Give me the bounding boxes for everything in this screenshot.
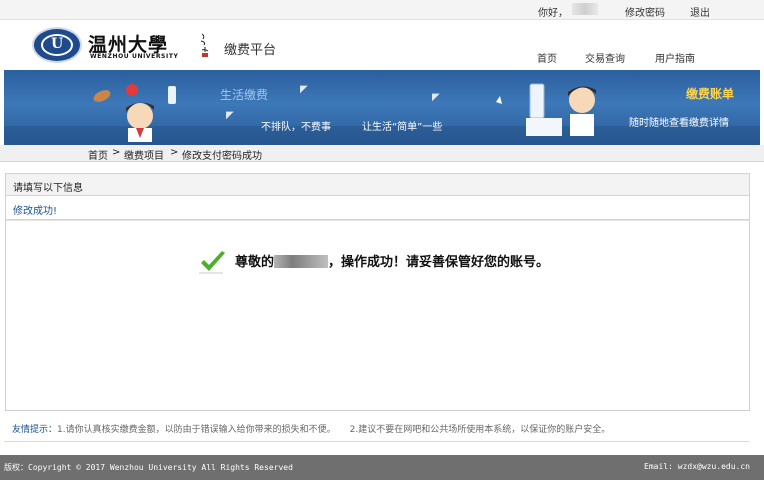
panel-status-row: 修改成功! (5, 196, 750, 220)
breadcrumb-separator: > (112, 147, 121, 158)
nav-transaction-query[interactable]: 交易查询 (585, 50, 625, 65)
panel-heading-text: 请填写以下信息 (13, 183, 83, 194)
bird-icon: ◤ (226, 110, 234, 121)
friendly-tips: 友情提示：1.请你认真核实缴费金额，以防由于错误输入给你带来的损失和不便。 2.建… (12, 422, 610, 435)
calligraphy-signature (199, 32, 211, 58)
bird-icon: ◤ (432, 92, 440, 103)
top-bar: 你好， 修改密码 退出 (0, 0, 764, 20)
bird-icon: ◤ (300, 84, 308, 95)
header: 温州大學 WENZHOU UNIVERSITY 缴费平台 首页 交易查询 用户指… (0, 20, 764, 70)
university-seal-logo (32, 27, 82, 63)
footer: 版权：Copyright © 2017 Wenzhou University A… (0, 455, 764, 480)
cartoon-boy-right-illustration (496, 83, 596, 136)
banner-bill-subtitle: 随时随地查看缴费详情 (629, 118, 729, 129)
masked-username (572, 3, 598, 15)
greeting-text: 你好， (538, 8, 568, 19)
copyright-text: 版权：Copyright © 2017 Wenzhou University A… (4, 463, 293, 472)
tip-2: 2.建议不要在网吧和公共场所使用本系统，以保证你的账户安全。 (349, 425, 611, 435)
breadcrumb: 首页 > 缴费项目 > 修改支付密码成功 (0, 145, 764, 162)
cartoon-boy-left-illustration (93, 84, 176, 142)
breadcrumb-current: 修改支付密码成功 (182, 151, 262, 162)
breadcrumb-home[interactable]: 首页 (88, 147, 108, 162)
contact-email: Email: wzdx@wzu.edu.cn (644, 462, 750, 471)
panel-heading: 请填写以下信息 (5, 173, 750, 196)
change-password-link[interactable]: 修改密码 (625, 4, 665, 19)
banner-slogan-simple: 让生活“简单”一些 (362, 122, 443, 133)
tip-1: 1.请你认真核实缴费金额，以防由于错误输入给你带来的损失和不便。 (57, 425, 336, 435)
breadcrumb-separator: > (170, 147, 179, 158)
divider (4, 441, 749, 442)
university-name-en: WENZHOU UNIVERSITY (90, 53, 179, 60)
banner-bill-title: 缴费账单 (686, 87, 735, 101)
masked-account-name (274, 255, 329, 268)
success-message: 尊敬的 ，操作成功！请妥善保管好您的账号。 (235, 251, 549, 270)
promo-banner: 生活缴费 ◤ ◤ ◤ 不排队，不费事 让生活“简单”一些 缴费账单 随时随地查看… (4, 70, 760, 145)
nav-home[interactable]: 首页 (537, 50, 557, 65)
platform-title: 缴费平台 (224, 43, 277, 58)
panel-body (5, 220, 750, 411)
tips-label: 友情提示： (12, 425, 58, 435)
logout-link[interactable]: 退出 (690, 4, 710, 19)
banner-slogan-no-queue: 不排队，不费事 (261, 122, 331, 133)
banner-life-payment-title: 生活缴费 (220, 88, 269, 102)
breadcrumb-payment-items[interactable]: 缴费项目 (124, 147, 164, 162)
message-prefix: 尊敬的 (235, 255, 275, 270)
success-status-text: 修改成功! (13, 206, 58, 217)
checkmark-icon (199, 251, 225, 274)
message-suffix: ，操作成功！请妥善保管好您的账号。 (328, 255, 550, 270)
nav-user-guide[interactable]: 用户指南 (655, 50, 695, 65)
